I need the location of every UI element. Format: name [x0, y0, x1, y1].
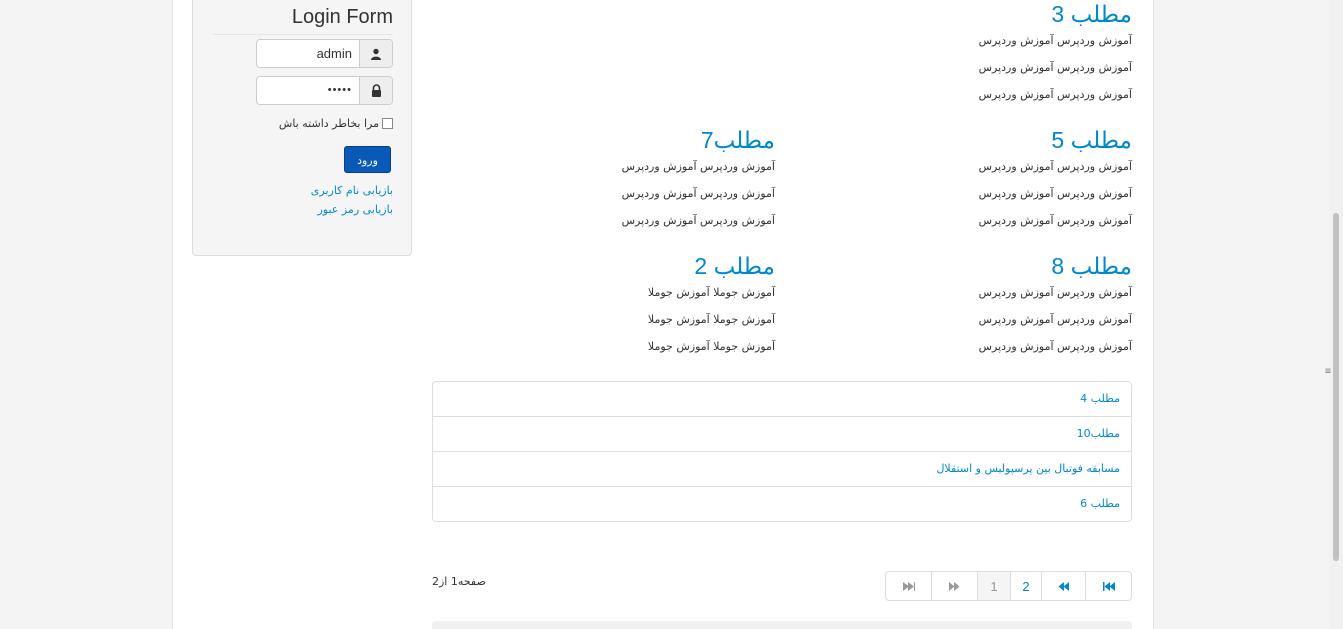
article-title[interactable]: مطلب7 [622, 127, 775, 153]
username-field[interactable]: admin [256, 39, 393, 68]
user-icon [359, 40, 392, 67]
article-line: آموزش وردپرس آموزش وردپرس [978, 187, 1132, 200]
page-number[interactable]: 2 [1010, 572, 1041, 600]
article-item: مطلب 3 آموزش وردپرس آموزش وردپرس آموزش و… [979, 1, 1132, 108]
article-line: آموزش جوملا آموزش جوملا [647, 313, 775, 326]
pagination: 1 2 [885, 571, 1132, 601]
article-line: آموزش جوملا آموزش جوملا [647, 340, 775, 353]
scrollbar-thumb[interactable] [1333, 213, 1339, 561]
list-item[interactable]: مطلب10 [433, 417, 1131, 452]
article-line: آموزش وردپرس آموزش وردپرس [978, 88, 1132, 101]
article-line: آموزش وردپرس آموزش وردپرس [978, 313, 1132, 326]
username-input[interactable]: admin [257, 40, 358, 67]
first-page-icon[interactable] [1085, 572, 1131, 600]
article-line: آموزش وردپرس آموزش وردپرس [978, 61, 1132, 74]
list-item[interactable]: مسابقه فوتبال بین پرسپولیس و استقلال [433, 452, 1131, 487]
lock-icon [359, 77, 392, 104]
remember-checkbox[interactable] [382, 118, 393, 129]
list-item[interactable]: مطلب 6 [433, 487, 1131, 521]
article-item: مطلب7 آموزش وردپرس آموزش وردپرس آموزش ور… [622, 127, 775, 234]
article-line: آموزش وردپرس آموزش وردپرس [978, 286, 1132, 299]
article-line: آموزش وردپرس آموزش وردپرس [621, 160, 775, 173]
remember-label: مرا بخاطر داشته باش [278, 117, 379, 130]
article-line: آموزش وردپرس آموزش وردپرس [978, 340, 1132, 353]
page-number-active[interactable]: 1 [977, 572, 1010, 600]
page-counter: صفحه1 از2 [432, 575, 486, 588]
article-line: آموزش وردپرس آموزش وردپرس [978, 160, 1132, 173]
article-title[interactable]: مطلب 8 [979, 253, 1132, 279]
article-item: مطلب 5 آموزش وردپرس آموزش وردپرس آموزش و… [979, 127, 1132, 234]
article-line: آموزش وردپرس آموزش وردپرس [621, 187, 775, 200]
previous-page-icon[interactable] [1041, 572, 1085, 600]
list-item[interactable]: مطلب 4 [433, 382, 1131, 417]
login-button[interactable]: ورود [344, 146, 391, 173]
login-panel: Login Form admin ••••• مرا بخاطر داشته ب… [192, 0, 412, 256]
vertical-scrollbar[interactable]: ≡ [1325, 0, 1343, 629]
divider [213, 34, 393, 35]
password-field[interactable]: ••••• [256, 76, 393, 105]
article-link-list: مطلب 4 مطلب10 مسابقه فوتبال بین پرسپولیس… [432, 381, 1132, 522]
remember-me[interactable]: مرا بخاطر داشته باش [279, 117, 393, 130]
login-title: Login Form [291, 6, 393, 28]
article-item: مطلب 2 آموزش جوملا آموزش جوملا آموزش جوم… [648, 253, 775, 360]
footer-edge [432, 621, 1132, 629]
last-page-icon[interactable] [886, 572, 931, 600]
password-input[interactable]: ••••• [257, 77, 358, 104]
article-title[interactable]: مطلب 5 [979, 127, 1132, 153]
next-page-icon[interactable] [931, 572, 977, 600]
article-title[interactable]: مطلب 2 [648, 253, 775, 279]
article-line: آموزش وردپرس آموزش وردپرس [978, 214, 1132, 227]
article-line: آموزش جوملا آموزش جوملا [647, 286, 775, 299]
article-line: آموزش وردپرس آموزش وردپرس [621, 214, 775, 227]
article-line: آموزش وردپرس آموزش وردپرس [978, 34, 1132, 47]
forgot-password-link[interactable]: بازیابی رمز عبور [317, 203, 393, 216]
article-title[interactable]: مطلب 3 [979, 1, 1132, 27]
forgot-username-link[interactable]: بازیابی نام کاربری [311, 184, 393, 197]
article-item: مطلب 8 آموزش وردپرس آموزش وردپرس آموزش و… [979, 253, 1132, 360]
scrollbar-grip-icon: ≡ [1325, 366, 1332, 377]
